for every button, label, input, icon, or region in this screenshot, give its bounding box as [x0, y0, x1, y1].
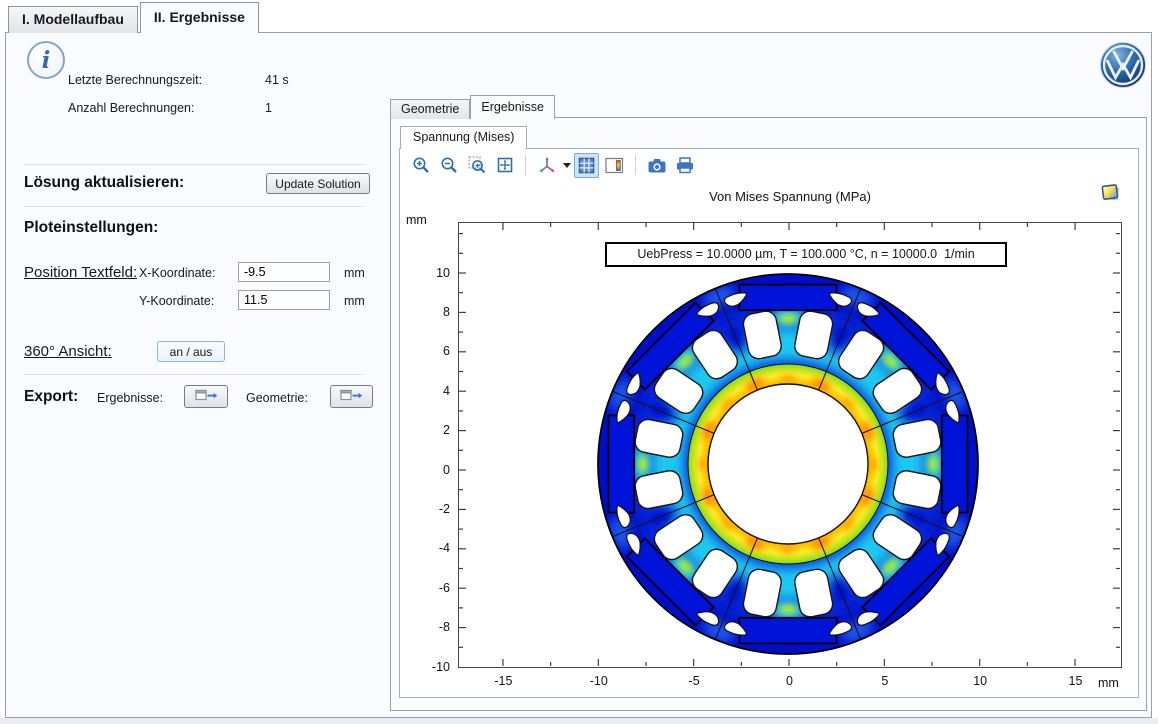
stat-label-calc-time: Letzte Berechnungszeit:: [68, 73, 202, 87]
update-solution-heading: Lösung aktualisieren:: [24, 174, 184, 192]
y-tick-label: 6: [410, 344, 450, 358]
y-tick-label: 10: [410, 266, 450, 280]
window-bottom-strip: [0, 718, 1158, 724]
x-tick-label: 5: [867, 674, 903, 688]
grid-toggle-icon[interactable]: [574, 153, 599, 178]
y-coordinate-input[interactable]: [238, 290, 330, 310]
x-coordinate-input[interactable]: [238, 262, 330, 282]
y-axis-unit: mm: [406, 213, 427, 227]
export-geometry-label: Geometrie:: [246, 391, 308, 405]
print-icon[interactable]: [672, 153, 697, 178]
update-solution-button[interactable]: Update Solution: [266, 173, 370, 194]
y-coordinate-label: Y-Koordinate:: [139, 294, 214, 308]
export-icon: [195, 388, 218, 405]
divider: [24, 164, 364, 165]
stat-value-calc-count: 1: [265, 101, 272, 115]
results-tab-strip: Geometrie Ergebnisse: [390, 95, 555, 119]
x-coordinate-label: X-Koordinate:: [139, 266, 215, 280]
fem-stress-surface: [594, 270, 982, 658]
view-orientation-icon[interactable]: [534, 153, 559, 178]
zoom-in-icon[interactable]: [408, 153, 433, 178]
y-tick-label: -10: [410, 660, 450, 674]
zoom-selection-icon[interactable]: [464, 153, 489, 178]
export-heading: Export:: [24, 388, 78, 406]
tab-ergebnisse-plot[interactable]: Ergebnisse: [470, 95, 555, 119]
zoom-extents-icon[interactable]: [492, 153, 517, 178]
x-tick-label: -15: [485, 674, 521, 688]
export-results-button[interactable]: [184, 385, 228, 408]
x-tick-label: -10: [581, 674, 617, 688]
toolbar-separator: [635, 155, 636, 175]
stat-label-calc-count: Anzahl Berechnungen:: [68, 101, 194, 115]
plot-toolbar: [408, 151, 697, 179]
x-tick-label: 15: [1058, 674, 1094, 688]
y-tick-label: 0: [410, 463, 450, 477]
position-textfield-label: Position Textfeld:: [24, 264, 137, 281]
y-tick-label: 2: [410, 423, 450, 437]
y-coordinate-unit: mm: [344, 294, 365, 308]
y-tick-label: -4: [410, 541, 450, 555]
y-tick-label: 4: [410, 384, 450, 398]
y-tick-label: -8: [410, 620, 450, 634]
snapshot-camera-icon[interactable]: [644, 153, 669, 178]
x-axis-unit: mm: [1098, 676, 1119, 690]
export-icon: [340, 388, 363, 405]
color-legend-icon[interactable]: [602, 153, 627, 178]
chevron-down-icon[interactable]: [563, 163, 571, 168]
tab-spannung-mises[interactable]: Spannung (Mises): [400, 126, 527, 149]
zoom-out-icon[interactable]: [436, 153, 461, 178]
view-360-label: 360° Ansicht:: [24, 343, 112, 360]
y-tick-label: -2: [410, 502, 450, 516]
export-results-label: Ergebnisse:: [97, 391, 163, 405]
tab-geometrie[interactable]: Geometrie: [390, 99, 470, 119]
parameter-annotation-box: UebPress = 10.0000 µm, T = 100.000 °C, n…: [605, 242, 1007, 267]
tab-ergebnisse[interactable]: II. Ergebnisse: [140, 2, 259, 33]
plot-settings-heading: Ploteinstellungen:: [24, 219, 158, 237]
info-icon: i: [27, 41, 65, 79]
y-tick-label: -6: [410, 581, 450, 595]
y-tick-label: 8: [410, 305, 450, 319]
divider: [24, 206, 364, 207]
plot-canvas[interactable]: [458, 222, 1122, 668]
toggle-360-button[interactable]: an / aus: [157, 341, 225, 362]
divider: [24, 374, 364, 375]
export-geometry-button[interactable]: [330, 385, 373, 408]
stat-value-calc-time: 41 s: [265, 73, 289, 87]
x-tick-label: -5: [676, 674, 712, 688]
plot-title: Von Mises Spannung (MPa): [458, 189, 1122, 204]
app-window: I. Modellaufbau II. Ergebnisse i Letzte …: [0, 0, 1158, 724]
x-tick-label: 0: [772, 674, 808, 688]
tab-modellaufbau[interactable]: I. Modellaufbau: [8, 6, 138, 33]
volkswagen-logo: [1099, 41, 1147, 94]
toolbar-separator: [525, 155, 526, 175]
main-tab-strip: I. Modellaufbau II. Ergebnisse: [8, 2, 259, 33]
x-coordinate-unit: mm: [344, 266, 365, 280]
x-tick-label: 10: [962, 674, 998, 688]
